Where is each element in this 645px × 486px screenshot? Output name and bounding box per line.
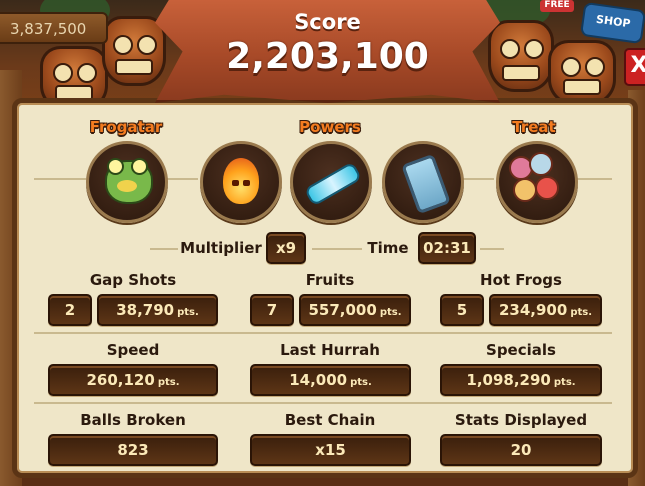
- multiplier-label: Multiplier: [180, 239, 262, 257]
- stats-displayed-value: 20: [440, 434, 602, 466]
- frogatar-heading: Frogatar: [89, 118, 163, 136]
- close-button[interactable]: X: [624, 48, 645, 86]
- hot-frogs-points: 234,900 pts.: [489, 294, 602, 326]
- divider: [150, 248, 178, 250]
- coin-balance: 3,837,500: [0, 12, 108, 44]
- divider: [34, 178, 86, 180]
- divider: [480, 248, 504, 250]
- time-value: 02:31: [418, 232, 476, 264]
- divider: [462, 178, 494, 180]
- divider: [312, 248, 362, 250]
- gap-shots-label: Gap Shots: [89, 271, 177, 289]
- fire-power-icon[interactable]: [200, 141, 282, 223]
- hot-frogs-count: 5: [440, 294, 484, 326]
- treat-heading: Treat: [512, 118, 556, 136]
- gap-shots-points: 38,790 pts.: [97, 294, 218, 326]
- balls-broken-value: 823: [48, 434, 218, 466]
- specials-points: 1,098,290 pts.: [440, 364, 602, 396]
- treat-icon[interactable]: [496, 141, 578, 223]
- tiki-totem-right: [488, 20, 554, 92]
- hourglass-power-icon[interactable]: [382, 141, 464, 223]
- best-chain-value: x15: [250, 434, 411, 466]
- balls-broken-label: Balls Broken: [80, 411, 186, 429]
- stats-displayed-label: Stats Displayed: [454, 411, 588, 429]
- speed-label: Speed: [106, 341, 160, 359]
- divider: [34, 402, 612, 404]
- last-hurrah-label: Last Hurrah: [280, 341, 380, 359]
- fruits-points: 557,000 pts.: [299, 294, 411, 326]
- time-label: Time: [367, 239, 409, 257]
- hot-frogs-label: Hot Frogs: [480, 271, 562, 289]
- tiki-totem-right-2: [548, 40, 616, 106]
- divider: [166, 178, 198, 180]
- score-value: 2,203,100: [226, 36, 429, 77]
- score-banner: Score 2,203,100: [155, 0, 500, 103]
- chain-power-icon[interactable]: [290, 141, 372, 223]
- powers-heading: Powers: [299, 118, 361, 136]
- free-badge: FREE: [540, 0, 574, 12]
- multiplier-value: x9: [266, 232, 306, 264]
- divider: [34, 332, 612, 334]
- tiki-totem-left-2: [102, 16, 166, 86]
- best-chain-label: Best Chain: [284, 411, 376, 429]
- fruits-count: 7: [250, 294, 294, 326]
- speed-points: 260,120 pts.: [48, 364, 218, 396]
- specials-label: Specials: [486, 341, 556, 359]
- divider: [572, 178, 612, 180]
- frog-avatar-icon[interactable]: [86, 141, 168, 223]
- last-hurrah-points: 14,000 pts.: [250, 364, 411, 396]
- gap-shots-count: 2: [48, 294, 92, 326]
- fruits-label: Fruits: [305, 271, 355, 289]
- score-label: Score: [294, 10, 361, 34]
